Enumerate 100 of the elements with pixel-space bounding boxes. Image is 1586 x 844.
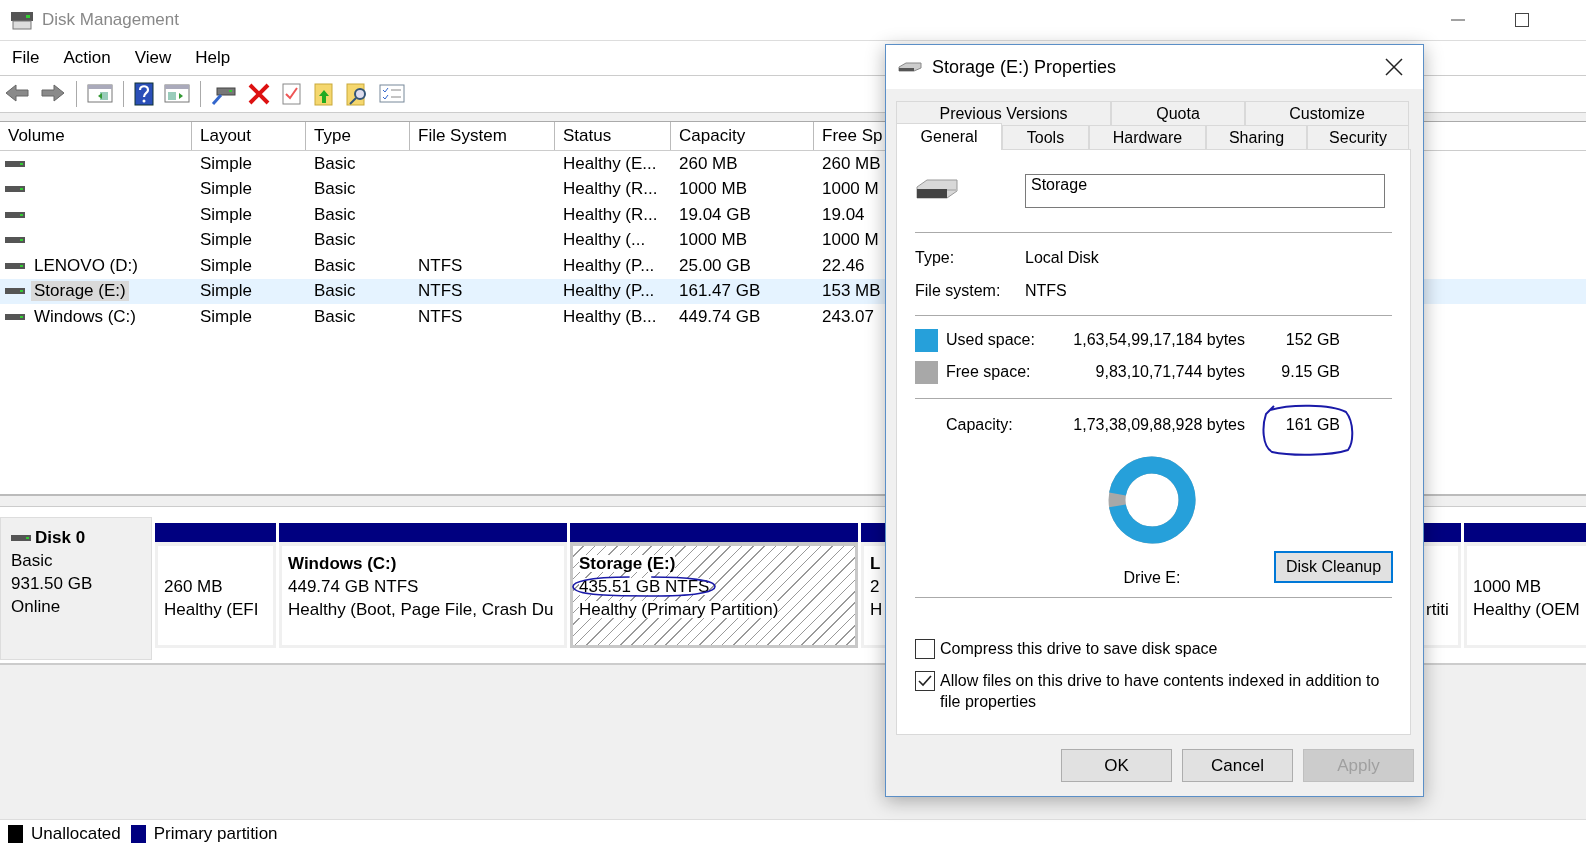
- name-field[interactable]: Storage: [1025, 174, 1385, 208]
- byte-count: 9,83,10,71,744 bytes: [1094, 363, 1245, 381]
- partition-detail: 1000 MB: [1473, 578, 1542, 595]
- window-panel-icon[interactable]: [87, 82, 113, 106]
- partition-title: Storage (E:): [579, 555, 676, 572]
- checkbox[interactable]: [915, 671, 935, 691]
- field-label: File system:: [915, 281, 1002, 300]
- table-cell: NTFS: [418, 255, 463, 275]
- window-title: Disk Management: [42, 10, 180, 30]
- checkbox-label: Allow files on this drive to have contents indexed in addition to file properties: [940, 671, 1380, 712]
- table-cell: 260 MB: [822, 153, 881, 173]
- table-cell: NTFS: [418, 281, 463, 301]
- table-cell: 19.04: [822, 204, 865, 224]
- table-cell: 1000 MB: [679, 179, 748, 199]
- partition-box[interactable]: 260 MB Healthy (EFI: [155, 542, 276, 648]
- partition-detail: H: [870, 601, 883, 618]
- partition-detail: 260 MB: [164, 578, 223, 595]
- partition-detail: 449.74 GB NTFS: [288, 578, 419, 595]
- window-panel-icon[interactable]: [164, 82, 190, 106]
- tab[interactable]: Hardware: [1089, 125, 1206, 149]
- tab[interactable]: Security: [1307, 125, 1409, 149]
- folder-up-icon[interactable]: [313, 82, 335, 106]
- checkbox-label: Compress this drive to save disk space: [940, 639, 1219, 659]
- maximize-icon[interactable]: [1514, 12, 1530, 28]
- table-cell: Simple: [200, 230, 252, 250]
- check-document-icon[interactable]: [281, 82, 303, 106]
- partition-detail: Healthy (Primary Partition): [579, 601, 779, 618]
- tab[interactable]: Previous Versions: [896, 101, 1111, 125]
- partition-title: Windows (C:): [288, 555, 397, 572]
- partition-detail: 435.51 GB NTFS: [579, 578, 710, 595]
- partition-detail: Healthy (OEM: [1473, 601, 1580, 618]
- partition-box[interactable]: Windows (C:) 449.74 GB NTFS Healthy (Boot, Page File, Crash Du: [279, 542, 567, 648]
- table-cell: Healthy (B...: [563, 306, 657, 326]
- partition-detail: 2: [870, 578, 880, 595]
- disk-size: 931.50 GB: [11, 573, 94, 595]
- disk-cleanup-button[interactable]: Disk Cleanup: [1274, 551, 1393, 583]
- table-cell: Simple: [200, 204, 252, 224]
- table-cell: Basic: [314, 255, 356, 275]
- menu-item[interactable]: View: [122, 48, 184, 68]
- table-cell: Basic: [314, 230, 356, 250]
- drive-icon: [898, 62, 922, 72]
- tab[interactable]: Sharing: [1206, 125, 1307, 149]
- space-label: Capacity:: [946, 416, 1014, 434]
- partition-title: L: [870, 555, 881, 572]
- legend-label: Primary partition: [153, 824, 278, 844]
- disk-name: Disk 0: [35, 527, 86, 549]
- partition-detail: Healthy (EFI: [164, 601, 259, 618]
- drive-icon: [5, 185, 25, 194]
- field-label: Type:: [915, 248, 956, 267]
- partition-box[interactable]: 1000 MB Healthy (OEM: [1464, 542, 1586, 648]
- table-cell: 25.00 GB: [679, 255, 751, 275]
- dialog-button[interactable]: Cancel: [1182, 749, 1293, 782]
- dialog-button[interactable]: OK: [1061, 749, 1172, 782]
- help-icon[interactable]: [134, 82, 154, 106]
- table-cell: 449.74 GB: [679, 306, 761, 326]
- table-cell: Healthy (...: [563, 230, 646, 250]
- tab[interactable]: Tools: [1002, 125, 1089, 149]
- drive-icon: [5, 261, 25, 270]
- drive-icon: [11, 533, 31, 542]
- menu-item[interactable]: File: [0, 48, 52, 68]
- table-cell: 1000 M: [822, 230, 879, 250]
- checkbox[interactable]: [915, 639, 935, 659]
- drive-icon: [5, 287, 25, 296]
- table-cell[interactable]: LENOVO (D:): [31, 255, 141, 276]
- tab[interactable]: Customize: [1245, 101, 1409, 125]
- partition-box[interactable]: Storage (E:) 435.51 GB NTFS Healthy (Primary Partition): [570, 542, 858, 648]
- tab[interactable]: General: [896, 123, 1002, 150]
- delete-icon[interactable]: [247, 82, 271, 106]
- table-cell: Simple: [200, 281, 252, 301]
- table-cell[interactable]: Windows (C:): [31, 306, 139, 327]
- table-cell: Simple: [200, 153, 252, 173]
- menu-item[interactable]: Action: [51, 48, 123, 68]
- table-cell[interactable]: Storage (E:): [31, 281, 129, 302]
- checklist-icon[interactable]: [379, 82, 405, 106]
- drive-label: Drive E:: [1123, 569, 1181, 587]
- tab[interactable]: Quota: [1111, 101, 1245, 125]
- space-label: Used space:: [946, 331, 1036, 349]
- disk-drive-icon: [10, 9, 34, 31]
- byte-count: 1,73,38,09,88,928 bytes: [1072, 416, 1245, 434]
- folder-search-icon[interactable]: [345, 82, 369, 106]
- drive-icon: [5, 159, 25, 168]
- menu-item[interactable]: Help: [183, 48, 243, 68]
- table-cell: NTFS: [418, 306, 463, 326]
- table-cell: Healthy (P...: [563, 281, 655, 301]
- partition-detail: rtiti: [1426, 601, 1449, 618]
- table-cell: 1000 M: [822, 179, 879, 199]
- table-cell: Simple: [200, 306, 252, 326]
- check-icon: [918, 675, 932, 687]
- disk-status: Online: [11, 596, 62, 618]
- size-value: 161 GB: [1284, 416, 1340, 434]
- partition-detail: Healthy (Boot, Page File, Crash Du: [288, 601, 554, 618]
- close-button[interactable]: [1385, 58, 1403, 76]
- dialog-title: Storage (E:) Properties: [932, 56, 1118, 78]
- table-cell: 19.04 GB: [679, 204, 751, 224]
- table-cell: 161.47 GB: [679, 281, 761, 301]
- drive-icon: [5, 236, 25, 245]
- field-value: Local Disk: [1025, 248, 1100, 267]
- table-cell: Healthy (E...: [563, 153, 657, 173]
- close-icon: [1385, 58, 1403, 76]
- table-cell: Basic: [314, 153, 356, 173]
